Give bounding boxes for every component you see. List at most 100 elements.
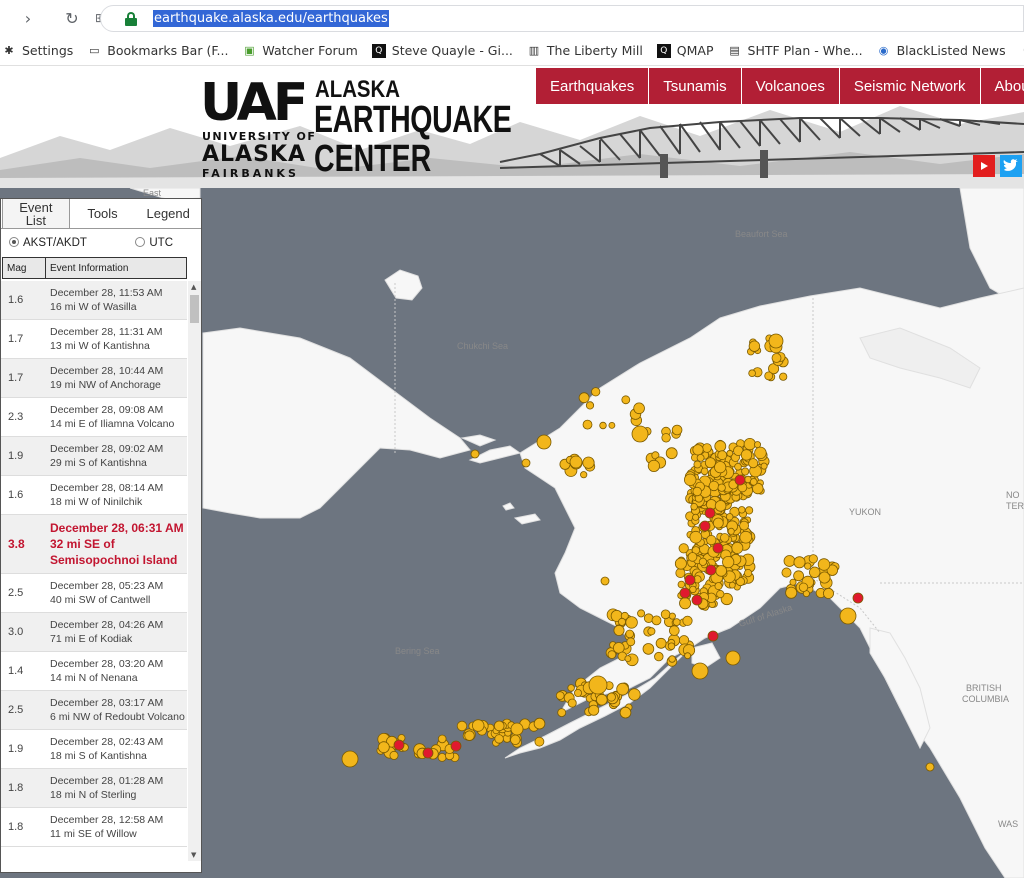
quake-marker[interactable] [696, 453, 705, 462]
quake-marker[interactable] [748, 369, 756, 378]
quake-marker[interactable] [793, 556, 806, 569]
nav-earthquakes[interactable]: Earthquakes [536, 68, 650, 104]
quake-marker[interactable] [661, 433, 671, 443]
event-row[interactable]: 1.6 December 28, 08:14 AM 18 mi W of Ninil… [1, 476, 187, 515]
quake-marker[interactable] [625, 629, 634, 639]
bookmark-item[interactable]: θZero Hedge [1020, 43, 1024, 58]
quake-marker[interactable] [456, 720, 468, 732]
quake-marker[interactable] [684, 652, 691, 660]
quake-marker[interactable] [702, 443, 712, 453]
quake-marker[interactable] [633, 402, 645, 415]
quake-marker[interactable] [717, 450, 728, 461]
recent-quake-marker[interactable] [679, 587, 691, 599]
quake-marker[interactable] [665, 447, 678, 460]
recent-quake-marker[interactable] [852, 592, 864, 604]
event-row[interactable]: 1.6 December 28, 11:53 AM 16 mi W of Wasil… [1, 281, 187, 320]
quake-marker[interactable] [624, 655, 632, 663]
quake-marker[interactable] [588, 675, 608, 695]
bookmark-item[interactable]: Q QMAP [656, 43, 714, 58]
event-row[interactable]: 2.5 December 28, 05:23 AM 40 mi SW of Cant… [1, 574, 187, 613]
quake-marker[interactable] [712, 517, 724, 529]
quake-marker[interactable] [341, 750, 359, 768]
quake-marker[interactable] [698, 557, 708, 566]
quake-marker[interactable] [626, 637, 636, 647]
recent-quake-marker[interactable] [393, 739, 405, 751]
quake-marker[interactable] [781, 567, 792, 578]
quake-marker[interactable] [689, 530, 703, 544]
quake-marker[interactable] [731, 541, 744, 554]
recent-quake-marker[interactable] [734, 474, 746, 486]
quake-marker[interactable] [678, 543, 689, 554]
bookmark-item[interactable]: ▣ Watcher Forum [242, 43, 358, 58]
quake-marker[interactable] [808, 554, 818, 564]
col-mag-header[interactable]: Mag [3, 258, 46, 278]
quake-marker[interactable] [557, 708, 567, 717]
quake-marker[interactable] [578, 392, 590, 404]
quake-marker[interactable] [749, 478, 758, 486]
quake-marker[interactable] [582, 456, 595, 469]
event-row[interactable]: 2.5 December 28, 03:17 AM 6 mi NW of Redou… [1, 691, 187, 730]
quake-marker[interactable] [783, 555, 796, 567]
quake-marker[interactable] [789, 578, 797, 586]
quake-marker[interactable] [600, 576, 610, 586]
twitter-icon[interactable] [1000, 155, 1022, 177]
quake-marker[interactable] [740, 449, 753, 461]
quake-marker[interactable] [925, 762, 935, 772]
quake-marker[interactable] [743, 568, 753, 578]
quake-marker[interactable] [599, 421, 607, 430]
quake-marker[interactable] [493, 720, 505, 732]
quake-marker[interactable] [839, 607, 857, 625]
quake-marker[interactable] [608, 421, 616, 429]
col-info-header[interactable]: Event Information [46, 258, 186, 278]
recent-quake-marker[interactable] [712, 542, 724, 554]
quake-marker[interactable] [536, 434, 552, 450]
quake-marker[interactable] [728, 581, 736, 589]
recent-quake-marker[interactable] [707, 630, 719, 642]
quake-marker[interactable] [708, 480, 720, 492]
quake-marker[interactable] [700, 467, 709, 476]
quake-marker[interactable] [748, 340, 761, 352]
recent-quake-marker[interactable] [691, 594, 703, 606]
quake-marker[interactable] [748, 458, 759, 469]
nav-volcanoes[interactable]: Volcanoes [741, 68, 840, 104]
scroll-up-icon[interactable]: ▲ [191, 283, 196, 291]
quake-marker[interactable] [704, 457, 716, 469]
quake-marker[interactable] [739, 530, 753, 544]
quake-marker[interactable] [678, 635, 690, 646]
tab-event-list[interactable]: Event List [2, 199, 70, 228]
quake-marker[interactable] [823, 587, 835, 599]
nav-tsunamis[interactable]: Tsunamis [649, 68, 742, 104]
nav-about[interactable]: About [980, 68, 1024, 104]
quake-marker[interactable] [679, 597, 692, 610]
quake-marker[interactable] [687, 552, 698, 562]
address-bar[interactable]: earthquake.alaska.edu/earthquakes [100, 5, 1024, 32]
quake-marker[interactable] [607, 650, 617, 659]
quake-marker[interactable] [613, 624, 625, 636]
quake-marker[interactable] [785, 586, 798, 599]
recent-quake-marker[interactable] [705, 564, 717, 576]
quake-marker[interactable] [692, 486, 702, 497]
quake-marker[interactable] [714, 582, 723, 591]
uaf-aec-logo[interactable]: UAF UNIVERSITY OF ALASKA FAIRBANKS ALASK… [200, 76, 512, 184]
radio-icon[interactable] [135, 237, 146, 247]
radio-icon[interactable] [9, 237, 19, 247]
event-list-scrollbar[interactable]: ▲ ▼ [188, 281, 201, 861]
recent-quake-marker[interactable] [450, 740, 462, 752]
bookmark-item[interactable]: ▭ Bookmarks Bar (F... [87, 43, 228, 58]
quake-marker[interactable] [674, 557, 687, 570]
quake-marker[interactable] [798, 582, 809, 593]
quake-marker[interactable] [651, 615, 662, 626]
recent-quake-marker[interactable] [704, 507, 716, 519]
quake-marker[interactable] [660, 609, 671, 620]
quake-marker[interactable] [675, 567, 686, 578]
event-row[interactable]: 1.4 December 28, 03:20 AM 14 mi N of Nenan… [1, 652, 187, 691]
event-row[interactable]: 3.8 December 28, 06:31 AM 32 mi SE of Semi… [1, 515, 187, 574]
quake-marker[interactable] [591, 387, 601, 397]
reload-icon[interactable]: ↻ [58, 4, 86, 32]
quake-marker[interactable] [738, 506, 746, 514]
quake-marker[interactable] [654, 651, 664, 662]
event-row[interactable]: 1.9 December 28, 02:43 AM 18 mi S of Kanti… [1, 730, 187, 769]
quake-marker[interactable] [690, 503, 698, 511]
quake-marker[interactable] [804, 562, 812, 570]
quake-marker[interactable] [768, 333, 784, 349]
